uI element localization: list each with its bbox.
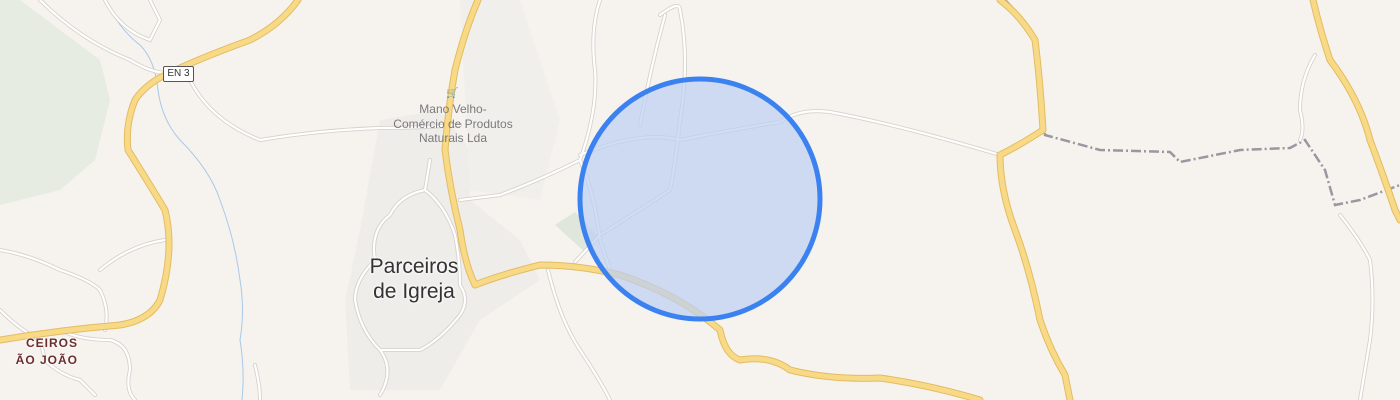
poi-name-line3: Naturais Lda [418,131,488,145]
map-canvas[interactable]: EN 3 🛒 Mano Velho- Comércio de Produtos … [0,0,1400,400]
town-name-line2: de Igreja [373,280,455,303]
shopping-basket-icon[interactable]: 🛒 [446,88,458,99]
road-shield-en3: EN 3 [163,66,194,82]
map-layer [0,0,1400,400]
hamlet-name-line2: ÃO JOÃO [15,353,78,367]
forest-area [0,0,110,205]
location-accuracy-circle[interactable] [577,76,823,322]
poi-name-line2: Comércio de Produtos [393,116,513,131]
road-ref-label: EN 3 [167,68,190,79]
poi-label[interactable]: Mano Velho- Comércio de Produtos Naturai… [372,102,534,146]
hamlet-label: CEIROS ÃO JOÃO [0,335,78,369]
town-label: Parceiros de Igreja [352,254,476,304]
settlement-area-east [460,0,560,200]
admin-boundary [1004,0,1400,207]
poi-name-line1: Mano Velho- [419,102,487,116]
hamlet-name-line1: CEIROS [25,336,78,350]
town-name-line1: Parceiros [369,255,459,278]
